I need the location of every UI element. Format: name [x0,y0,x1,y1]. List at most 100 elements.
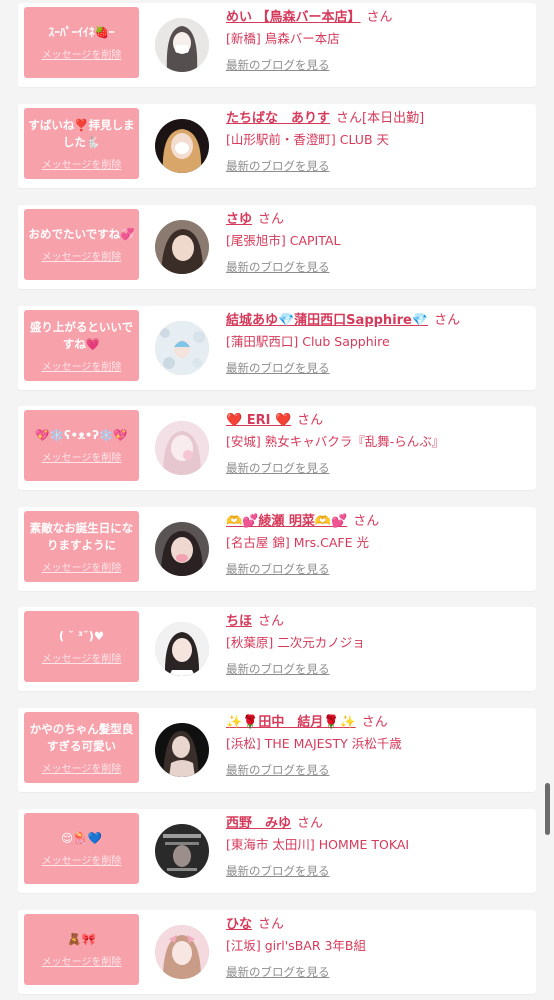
stamp-message: ｽｰﾊﾟｰｲｲﾈ🍓ｰ [48,25,115,39]
message-card: すばいね❣️拝見しました🐇 メッセージを削除 たちばな ありす さん[本日出勤] … [18,104,536,188]
cast-name-link[interactable]: 西野 みゆ [226,816,291,831]
cast-name-link[interactable]: めい 【鳥森バー本店】 [226,10,361,25]
cast-name-link[interactable]: さゆ [226,212,252,227]
latest-blog-link[interactable]: 最新のブログを見る [226,559,531,579]
profile-info: ひな さん [江坂] girl'sBAR 3年B組 最新のブログを見る [226,915,531,982]
profile-info: ちほ さん [秋葉原] 二次元カノジョ 最新のブログを見る [226,612,531,679]
message-card: 💖❄️ʕ•ᴥ•ʔ❄️💖 メッセージを削除 ❤️ ERI ❤️ さん [安城] 熟女… [18,406,536,490]
delete-message-link[interactable]: メッセージを削除 [42,650,122,665]
stamp-box: 💖❄️ʕ•ᴥ•ʔ❄️💖 メッセージを削除 [24,410,139,481]
latest-blog-link[interactable]: 最新のブログを見る [226,861,531,881]
shop-name: [山形駅前・香澄町] CLUB 天 [226,132,389,147]
message-card: 🧸🎀 メッセージを削除 ひな さん [江坂] girl'sBAR 3年B組 最新の… [18,910,536,994]
stamp-box: 盛り上がるといいですね💗 メッセージを削除 [24,310,139,381]
latest-blog-link[interactable]: 最新のブログを見る [226,962,531,982]
cast-name-link[interactable]: 🫶💕綾瀬 明菜🫶💕 [226,514,347,529]
profile-info: 結城あゆ💎蒲田西口Sapphire💎 さん [蒲田駅西口] Club Sapphi… [226,311,531,378]
shop-name: [東海市 太田川] HOMME TOKAI [226,837,410,852]
profile-info: 🫶💕綾瀬 明菜🫶💕 さん [名古屋 錦] Mrs.CAFE 光 最新のブログを見る [226,512,531,579]
shop-name: [新橋] 鳥森バー本店 [226,31,340,46]
cast-name-link[interactable]: ❤️ ERI ❤️ [226,413,291,428]
latest-blog-link[interactable]: 最新のブログを見る [226,358,531,378]
stamp-box: ( ˘ ³˘)♥ メッセージを削除 [24,611,139,682]
cast-name-link[interactable]: ひな [226,917,252,932]
honorific: さん [353,514,380,529]
honorific: さん [258,614,285,629]
honorific: さん [366,10,393,25]
avatar[interactable] [155,723,209,777]
latest-blog-link[interactable]: 最新のブログを見る [226,156,531,176]
cast-name-link[interactable]: たちばな ありす [226,111,330,126]
avatar[interactable] [155,119,209,173]
message-card: 盛り上がるといいですね💗 メッセージを削除 結城あゆ💎蒲田西口Sapphire💎… [18,306,536,390]
message-card: ｽｰﾊﾟｰｲｲﾈ🍓ｰ メッセージを削除 めい 【鳥森バー本店】 さん [新橋] 鳥… [18,3,536,87]
latest-blog-link[interactable]: 最新のブログを見る [226,458,531,478]
stamp-message: おめでたいですね💞 [28,227,135,241]
cast-name-link[interactable]: 結城あゆ💎蒲田西口Sapphire💎 [226,313,428,328]
honorific: さん [434,313,461,328]
avatar[interactable] [155,522,209,576]
stamp-message: かやのちゃん髪型良すぎる可愛い [29,721,134,753]
delete-message-link[interactable]: メッセージを削除 [42,46,122,61]
honorific: さん [297,413,324,428]
delete-message-link[interactable]: メッセージを削除 [42,760,122,775]
scrollbar-thumb[interactable] [545,783,550,835]
honorific: さん [361,715,388,730]
stamp-box: ｽｰﾊﾟｰｲｲﾈ🍓ｰ メッセージを削除 [24,7,139,78]
stamp-message: ( ˘ ³˘)♥ [58,629,105,643]
profile-info: ✨🌹田中 結月🌹✨ さん [浜松] THE MAJESTY 浜松千歳 最新のブログ… [226,713,531,780]
avatar[interactable] [155,421,209,475]
stamp-message: 素敵なお誕生日になりますように [29,520,134,552]
profile-info: さゆ さん [尾張旭市] CAPITAL 最新のブログを見る [226,210,531,277]
honorific: さん [258,212,285,227]
stamp-message: 🧸🎀 [67,932,96,946]
avatar[interactable] [155,220,209,274]
latest-blog-link[interactable]: 最新のブログを見る [226,659,531,679]
avatar[interactable] [155,622,209,676]
avatar[interactable] [155,925,209,979]
delete-message-link[interactable]: メッセージを削除 [42,559,122,574]
profile-info: めい 【鳥森バー本店】 さん [新橋] 鳥森バー本店 最新のブログを見る [226,8,531,75]
latest-blog-link[interactable]: 最新のブログを見る [226,257,531,277]
profile-info: 西野 みゆ さん [東海市 太田川] HOMME TOKAI 最新のブログを見る [226,814,531,881]
shop-name: [蒲田駅西口] Club Sapphire [226,334,390,349]
avatar[interactable] [155,18,209,72]
latest-blog-link[interactable]: 最新のブログを見る [226,55,531,75]
message-card: かやのちゃん髪型良すぎる可愛い メッセージを削除 ✨🌹田中 結月🌹✨ さん [浜松… [18,708,536,792]
delete-message-link[interactable]: メッセージを削除 [42,248,122,263]
shop-name: [安城] 熟女キャバクラ『乱舞-らんぶ』 [226,434,445,449]
stamp-box: すばいね❣️拝見しました🐇 メッセージを削除 [24,108,139,179]
message-card: ( ˘ ³˘)♥ メッセージを削除 ちほ さん [秋葉原] 二次元カノジョ 最新の… [18,607,536,691]
stamp-message: 盛り上がるといいですね💗 [29,319,134,351]
honorific: さん [258,917,285,932]
profile-info: たちばな ありす さん[本日出勤] [山形駅前・香澄町] CLUB 天 最新のブロ… [226,109,531,176]
delete-message-link[interactable]: メッセージを削除 [42,449,122,464]
shop-name: [尾張旭市] CAPITAL [226,233,341,248]
shop-name: [秋葉原] 二次元カノジョ [226,635,365,650]
stamp-box: 🧸🎀 メッセージを削除 [24,914,139,985]
shop-name: [江坂] girl'sBAR 3年B組 [226,938,367,953]
delete-message-link[interactable]: メッセージを削除 [42,953,122,968]
stamp-box: おめでたいですね💞 メッセージを削除 [24,209,139,280]
delete-message-link[interactable]: メッセージを削除 [42,852,122,867]
cast-name-link[interactable]: ✨🌹田中 結月🌹✨ [226,715,356,730]
message-card: おめでたいですね💞 メッセージを削除 さゆ さん [尾張旭市] CAPITAL 最… [18,205,536,289]
honorific: さん[本日出勤] [336,111,425,126]
stamp-box: かやのちゃん髪型良すぎる可愛い メッセージを削除 [24,712,139,783]
delete-message-link[interactable]: メッセージを削除 [42,358,122,373]
stamp-message: すばいね❣️拝見しました🐇 [28,117,135,149]
avatar[interactable] [155,824,209,878]
latest-blog-link[interactable]: 最新のブログを見る [226,760,531,780]
shop-name: [名古屋 錦] Mrs.CAFE 光 [226,535,369,550]
message-card: 素敵なお誕生日になりますように メッセージを削除 🫶💕綾瀬 明菜🫶💕 さん [名古… [18,507,536,591]
stamp-message: 😌🪼💙 [61,831,102,845]
delete-message-link[interactable]: メッセージを削除 [42,156,122,171]
avatar[interactable] [155,321,209,375]
message-card: 😌🪼💙 メッセージを削除 西野 みゆ さん [東海市 太田川] HOMME TOK… [18,809,536,893]
stamp-message: 💖❄️ʕ•ᴥ•ʔ❄️💖 [35,428,128,442]
stamp-box: 😌🪼💙 メッセージを削除 [24,813,139,884]
honorific: さん [297,816,324,831]
shop-name: [浜松] THE MAJESTY 浜松千歳 [226,736,402,751]
cast-name-link[interactable]: ちほ [226,614,252,629]
stamp-box: 素敵なお誕生日になりますように メッセージを削除 [24,511,139,582]
